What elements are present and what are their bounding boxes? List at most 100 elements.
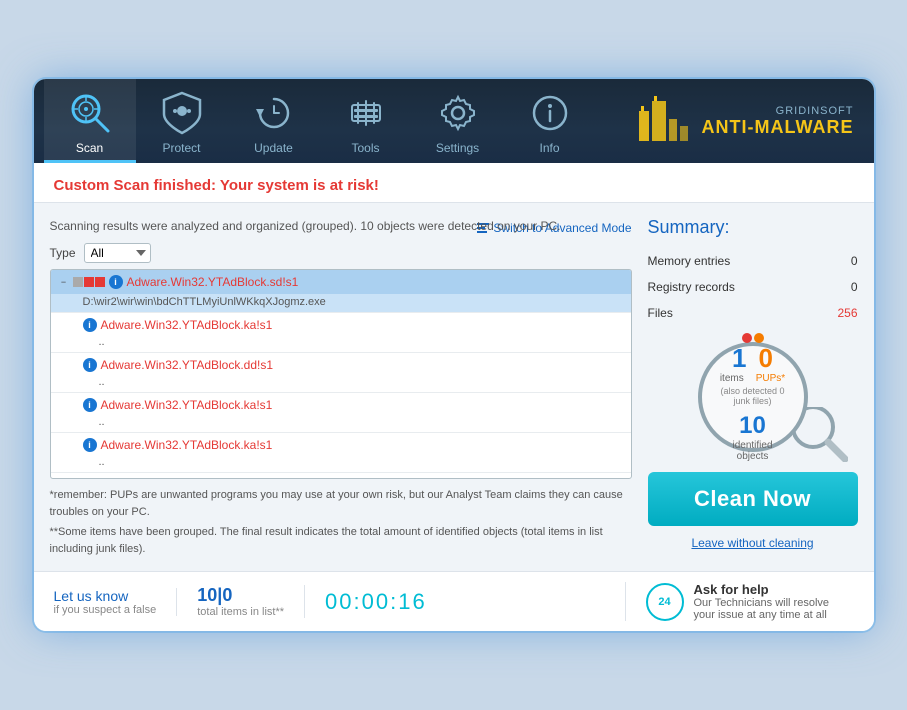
mag-identified-label: identifiedobjects [732, 440, 772, 462]
mag-labels: items PUPs* [720, 373, 785, 384]
result-path-3: .. [51, 414, 631, 432]
result-path-1: .. [51, 334, 631, 352]
nav-bar: Scan Protect [44, 79, 596, 163]
result-group-1: i Adware.Win32.YTAdBlock.ka!s1 .. [51, 313, 631, 353]
summary-memory-row: Memory entries 0 [648, 254, 858, 268]
mag-pups-num: 0 [759, 345, 773, 371]
nav-info-label: Info [539, 141, 559, 155]
clean-now-button[interactable]: Clean Now [648, 472, 858, 526]
threat-name-4: Adware.Win32.YTAdBlock.ka!s1 [101, 438, 623, 452]
result-group-4: i Adware.Win32.YTAdBlock.ka!s1 .. [51, 433, 631, 473]
results-list[interactable]: − i Adware.Win32.YTAdBlock.sd!s1 D:\wir2… [50, 269, 632, 479]
help-icon[interactable]: 24 [646, 583, 684, 621]
nav-protect-label: Protect [162, 141, 200, 155]
footer-count-zero: 0 [222, 585, 232, 605]
leave-without-cleaning-link[interactable]: Leave without cleaning [648, 536, 858, 550]
registry-val: 0 [851, 280, 858, 294]
footer-count-items: 10 [197, 585, 217, 605]
mag-identified: 10 identifiedobjects [732, 412, 772, 462]
mag-identified-num: 10 [732, 412, 772, 440]
dot-red [742, 333, 752, 343]
result-group-2: i Adware.Win32.YTAdBlock.dd!s1 .. [51, 353, 631, 393]
result-row-2[interactable]: i Adware.Win32.YTAdBlock.dd!s1 [51, 353, 631, 374]
memory-val: 0 [851, 254, 858, 268]
nav-item-protect[interactable]: Protect [136, 79, 228, 163]
nav-item-settings[interactable]: Settings [412, 79, 504, 163]
files-val: 256 [837, 306, 857, 320]
footnotes: *remember: PUPs are unwanted programs yo… [50, 487, 632, 557]
result-group-3: i Adware.Win32.YTAdBlock.ka!s1 .. [51, 393, 631, 433]
nav-item-update[interactable]: Update [228, 79, 320, 163]
result-path-4: .. [51, 454, 631, 472]
mag-items-label: items [720, 373, 744, 384]
result-row-0[interactable]: − i Adware.Win32.YTAdBlock.sd!s1 [51, 270, 631, 294]
app-window: Scan Protect [34, 79, 874, 631]
threat-name-2: Adware.Win32.YTAdBlock.dd!s1 [101, 358, 623, 372]
nav-item-tools[interactable]: Tools [320, 79, 412, 163]
result-row-1[interactable]: i Adware.Win32.YTAdBlock.ka!s1 [51, 313, 631, 334]
nav-update-label: Update [254, 141, 293, 155]
update-icon [250, 89, 298, 137]
result-path-2: .. [51, 374, 631, 392]
result-row-4[interactable]: i Adware.Win32.YTAdBlock.ka!s1 [51, 433, 631, 454]
block-gray [73, 277, 83, 287]
brand-icon [634, 91, 694, 151]
footer-help-sub: Our Technicians will resolve your issue … [694, 597, 834, 621]
result-path-0: D:\wir2\wir\win\bdChTTLMyiUnlWKkqXJogmz.… [51, 294, 631, 312]
threat-info-icon-3[interactable]: i [83, 398, 97, 412]
nav-settings-label: Settings [436, 141, 479, 155]
magnifier-circle: 1 0 items PUPs* (also detected 0 junk fi… [698, 342, 808, 452]
nav-item-scan[interactable]: Scan [44, 79, 136, 163]
threat-name-0: Adware.Win32.YTAdBlock.sd!s1 [127, 275, 623, 289]
memory-label: Memory entries [648, 254, 731, 268]
summary-files-row: Files 256 [648, 306, 858, 320]
threat-info-icon[interactable]: i [109, 275, 123, 289]
footer: Let us know if you suspect a false 10|0 … [34, 571, 874, 631]
footer-help-section: 24 Ask for help Our Technicians will res… [625, 582, 854, 621]
collapse-icon: − [59, 277, 69, 287]
footer-timer-section: 00:00:16 [305, 589, 447, 615]
registry-label: Registry records [648, 280, 735, 294]
block-red2 [95, 277, 105, 287]
footer-let-us-label[interactable]: Let us know [54, 588, 129, 604]
filter-bar: Type All Threats PUPs Junk [50, 243, 632, 263]
scan-title-static: Custom Scan finished: [54, 177, 220, 194]
footer-timer: 00:00:16 [325, 589, 427, 615]
footnote-1: *remember: PUPs are unwanted programs yo… [50, 487, 632, 520]
scan-icon [66, 89, 114, 137]
scan-info-text: Scanning results were analyzed and organ… [50, 217, 632, 235]
nav-item-info[interactable]: Info [504, 79, 596, 163]
nav-scan-label: Scan [76, 141, 103, 155]
footer-ask-help: Ask for help [694, 582, 834, 597]
tools-icon [342, 89, 390, 137]
summary-title: Summary: [648, 217, 858, 238]
mag-also: (also detected 0 junk files) [720, 386, 784, 406]
main-area: Scanning results were analyzed and organ… [34, 203, 874, 571]
brand-top: GRIDINSOFT [702, 105, 854, 117]
results-list-wrap: − i Adware.Win32.YTAdBlock.sd!s1 D:\wir2… [50, 269, 632, 479]
info-icon [526, 89, 574, 137]
right-panel: Summary: Memory entries 0 Registry recor… [648, 217, 858, 557]
nav-tools-label: Tools [351, 141, 379, 155]
files-label: Files [648, 306, 673, 320]
footnote-2: **Some items have been grouped. The fina… [50, 524, 632, 557]
threat-info-icon-4[interactable]: i [83, 438, 97, 452]
brand-text: GRIDINSOFT ANTI-MALWARE [702, 105, 854, 138]
mag-counts: 1 0 [732, 345, 773, 371]
footer-count-label: total items in list** [197, 606, 284, 618]
footer-let-us-sub: if you suspect a false [54, 604, 157, 616]
footer-item-count: 10|0 total items in list** [177, 585, 305, 618]
footer-help-text: Ask for help Our Technicians will resolv… [694, 582, 834, 621]
threat-info-icon-2[interactable]: i [83, 358, 97, 372]
result-row-3[interactable]: i Adware.Win32.YTAdBlock.ka!s1 [51, 393, 631, 414]
brand-bottom: ANTI-MALWARE [702, 117, 854, 138]
filter-type-select[interactable]: All Threats PUPs Junk [84, 243, 151, 263]
threat-name-1: Adware.Win32.YTAdBlock.ka!s1 [101, 318, 623, 332]
summary-registry-row: Registry records 0 [648, 280, 858, 294]
magnifier-area: 1 0 items PUPs* (also detected 0 junk fi… [648, 332, 858, 462]
threat-info-icon-1[interactable]: i [83, 318, 97, 332]
block-red [84, 277, 94, 287]
dot-orange [754, 333, 764, 343]
header: Scan Protect [34, 79, 874, 163]
protect-icon [158, 89, 206, 137]
